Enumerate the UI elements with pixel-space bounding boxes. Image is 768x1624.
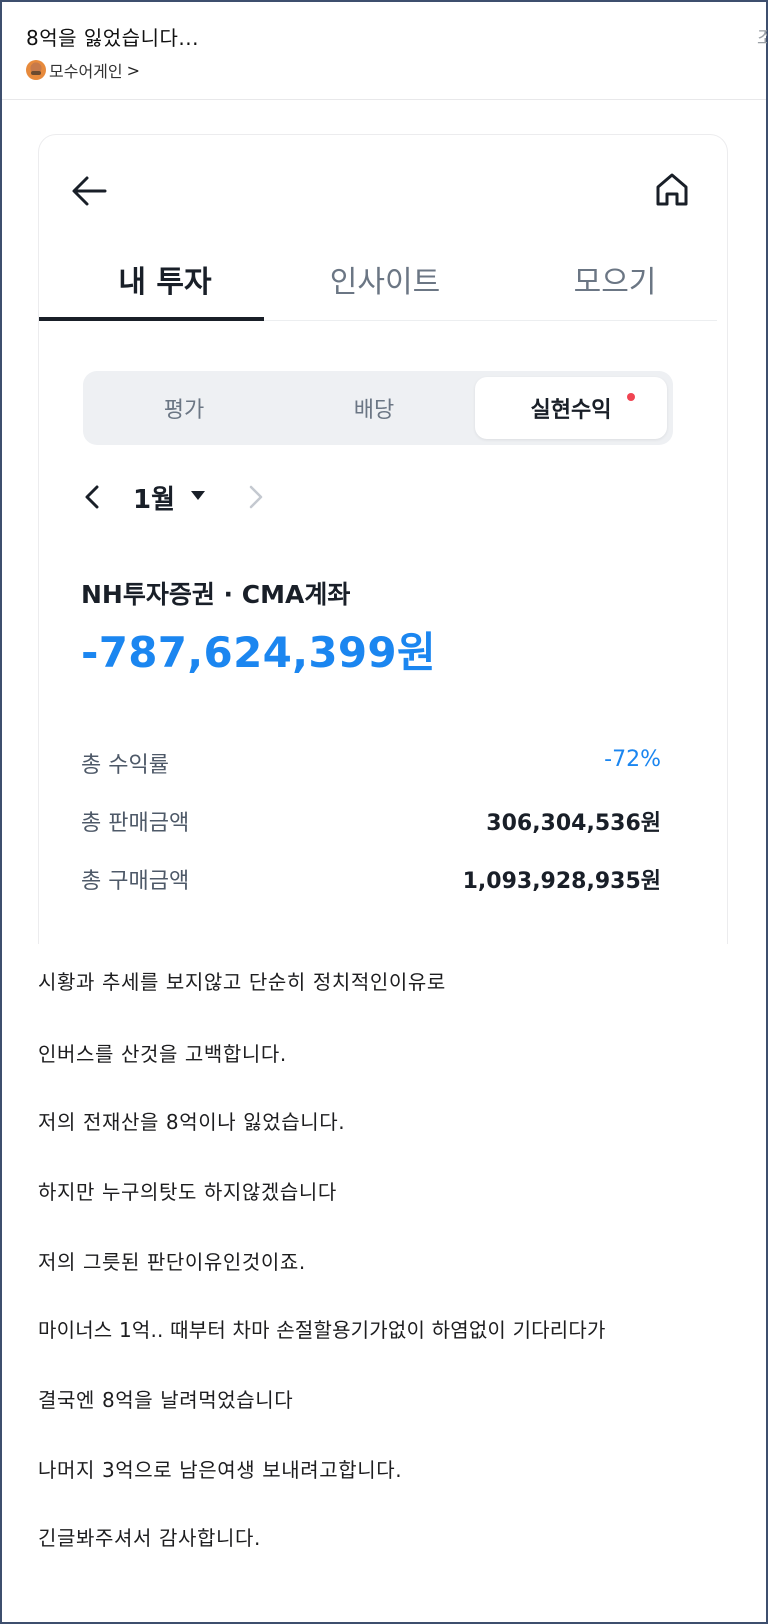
segmented-control: 평가 배당 실현수익: [83, 371, 673, 445]
author-name: 모수어게인: [49, 62, 123, 81]
body-line: 시황과 추세를 보지않고 단순히 정치적인이유로: [38, 970, 446, 994]
tab-my-investment[interactable]: 내 투자: [85, 257, 245, 301]
post-header: 8억을 잃었습니다... 조 모수어게인 >: [2, 2, 767, 100]
body-line: 하지만 누구의탓도 하지않겠습니다: [38, 1180, 337, 1204]
stat-label: 총 수익률: [81, 753, 169, 778]
app-screenshot-card: 내 투자 인사이트 모으기 평가 배당 실현수익 1월 NH투자증권 · CMA…: [38, 134, 728, 944]
author-link[interactable]: 모수어게인 >: [26, 58, 140, 82]
body-line: 마이너스 1억.. 때부터 차마 손절할용기가없이 하염없이 기다리다가: [38, 1318, 606, 1342]
truncated-text: 조: [757, 28, 767, 49]
body-line: 나머지 3억으로 남은여생 보내려고합니다.: [38, 1458, 403, 1482]
segment-dividend[interactable]: 배당: [279, 377, 469, 439]
stat-total-return: 총 수익률 -72%: [81, 747, 661, 783]
stat-label: 총 판매금액: [81, 811, 190, 836]
avatar: [26, 60, 46, 80]
back-arrow-icon[interactable]: [69, 171, 109, 211]
stat-value: -72%: [604, 747, 661, 772]
segment-realized-profit-label: 실현수익: [530, 398, 612, 423]
notification-dot: [627, 393, 635, 401]
body-line: 결국엔 8억을 날려먹었습니다: [38, 1388, 294, 1412]
caret-down-icon[interactable]: [191, 491, 205, 500]
tab-insight[interactable]: 인사이트: [285, 257, 485, 301]
main-tabs: 내 투자 인사이트 모으기: [45, 235, 717, 321]
body-line: 인버스를 산것을 고백합니다.: [38, 1042, 287, 1066]
home-icon[interactable]: [651, 169, 693, 211]
account-name: NH투자증권 · CMA계좌: [81, 580, 351, 609]
stat-value: 1,093,928,935원: [462, 869, 661, 894]
stat-total-sell: 총 판매금액 306,304,536원: [81, 805, 661, 841]
chevron-left-icon[interactable]: [79, 479, 105, 515]
month-selector: 1월: [79, 477, 479, 517]
body-line: 저의 그릇된 판단이유인것이죠.: [38, 1250, 306, 1274]
chevron-right-icon: >: [126, 60, 141, 80]
stat-value: 306,304,536원: [486, 811, 661, 836]
post-title: 8억을 잃었습니다...: [26, 26, 199, 50]
active-tab-indicator: [39, 317, 264, 321]
segment-realized-profit[interactable]: 실현수익: [475, 377, 667, 439]
tab-savings[interactable]: 모으기: [535, 257, 695, 301]
segment-evaluation[interactable]: 평가: [89, 377, 279, 439]
chevron-right-icon[interactable]: [243, 479, 269, 515]
body-line: 긴글봐주셔서 감사합니다.: [38, 1526, 261, 1550]
stat-total-buy: 총 구매금액 1,093,928,935원: [81, 863, 661, 899]
realized-profit-amount: -787,624,399원: [81, 628, 436, 677]
stat-label: 총 구매금액: [81, 869, 190, 894]
body-line: 저의 전재산을 8억이나 잃었습니다.: [38, 1110, 346, 1134]
month-label[interactable]: 1월: [133, 479, 175, 516]
